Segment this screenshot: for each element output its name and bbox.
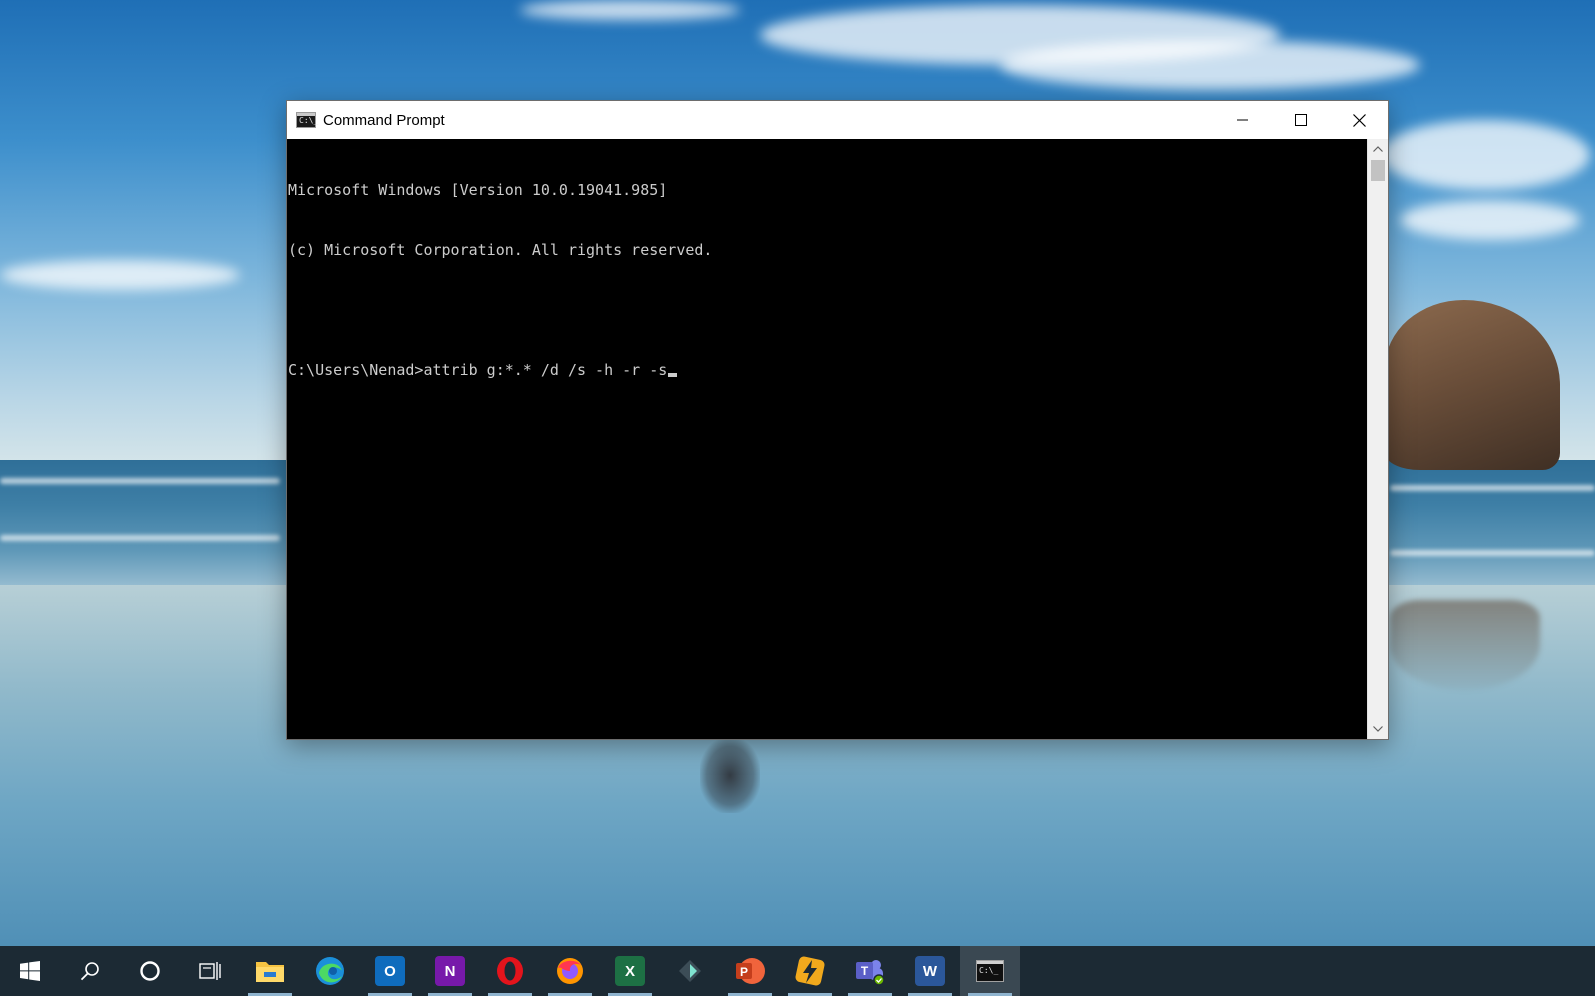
cmd-icon-text: C:\_ [299,116,319,125]
window-controls [1214,101,1388,139]
cmd-icon-bar [977,961,1003,964]
wallpaper-rock-reflection [1390,600,1540,690]
onenote-app[interactable]: N [420,946,480,996]
excel-icon-letter: X [624,962,635,980]
opera-app[interactable] [480,946,540,996]
wallpaper-cloud [0,260,240,290]
start-button[interactable] [0,946,60,996]
scroll-up-button[interactable] [1368,139,1388,159]
wallpaper-foam [1390,550,1595,556]
onenote-icon-letter: N [444,962,456,980]
cmd-icon-text: C:\_ [979,966,999,975]
wallpaper-cloud [520,0,740,20]
wallpaper-foam [0,478,280,484]
chevron-up-icon [1373,146,1383,152]
word-icon-letter: W [922,962,938,980]
word-icon: W [915,956,945,986]
wallpaper-cloud [1380,120,1590,190]
text-cursor [668,373,678,377]
command-prompt-window[interactable]: C:\_ Command Prompt Microsoft Windows [V… [286,100,1389,740]
filmora-app[interactable] [660,946,720,996]
vertical-scrollbar[interactable] [1367,139,1388,739]
close-button[interactable] [1330,101,1388,139]
teams-icon: T [856,960,885,986]
filmora-icon [679,960,701,982]
wallpaper-cloud [1400,200,1580,240]
scroll-down-button[interactable] [1368,719,1388,739]
console-output[interactable]: Microsoft Windows [Version 10.0.19041.98… [287,139,1367,739]
console-line: (c) Microsoft Corporation. All rights re… [288,241,713,259]
cortana-button[interactable] [120,946,180,996]
edge-app[interactable] [300,946,360,996]
minimize-icon [1237,119,1248,121]
cmd-icon: C:\_ [976,960,1004,982]
outlook-icon: O [375,956,405,986]
taskbar: O N X P T W C:\_ [0,946,1595,996]
outlook-app[interactable]: O [360,946,420,996]
winamp-app[interactable] [780,946,840,996]
firefox-app[interactable] [540,946,600,996]
powerpoint-app[interactable]: P [720,946,780,996]
file-explorer-app[interactable] [240,946,300,996]
console-command: C:\Users\Nenad>attrib g:*.* /d /s -h -r … [288,361,668,379]
wallpaper-foam [0,535,280,541]
lightning-icon [795,956,825,986]
maximize-button[interactable] [1272,101,1330,139]
opera-icon [497,957,523,985]
excel-app[interactable]: X [600,946,660,996]
window-title: Command Prompt [323,111,445,129]
excel-icon: X [615,956,645,986]
search-icon [80,962,99,981]
wallpaper-cloud [1000,40,1420,90]
search-button[interactable] [60,946,120,996]
wallpaper-person-reflection [700,738,760,813]
cmd-icon: C:\_ [296,112,319,128]
edge-icon [316,957,344,985]
powerpoint-icon: P [736,958,765,984]
command-prompt-app[interactable]: C:\_ [960,946,1020,996]
close-icon [1352,113,1366,127]
maximize-icon [1295,114,1307,126]
task-view-button[interactable] [180,946,240,996]
outlook-icon-letter: O [384,962,396,980]
scroll-thumb[interactable] [1371,160,1385,181]
word-app[interactable]: W [900,946,960,996]
title-bar[interactable]: C:\_ Command Prompt [287,101,1388,139]
teams-app[interactable]: T [840,946,900,996]
cortana-circle-icon [140,961,160,981]
minimize-button[interactable] [1214,101,1272,139]
wallpaper-foam [1390,485,1595,491]
console-line: Microsoft Windows [Version 10.0.19041.98… [288,181,668,199]
chevron-down-icon [1373,726,1383,732]
teams-icon-letter: T [861,964,869,978]
task-view-icon [199,962,221,980]
windows-logo-icon [20,961,40,981]
powerpoint-icon-letter: P [740,965,748,979]
console-prompt-line: C:\Users\Nenad>attrib g:*.* /d /s -h -r … [288,360,1367,380]
firefox-icon [557,958,583,984]
onenote-icon: N [435,956,465,986]
folder-icon [256,962,284,982]
